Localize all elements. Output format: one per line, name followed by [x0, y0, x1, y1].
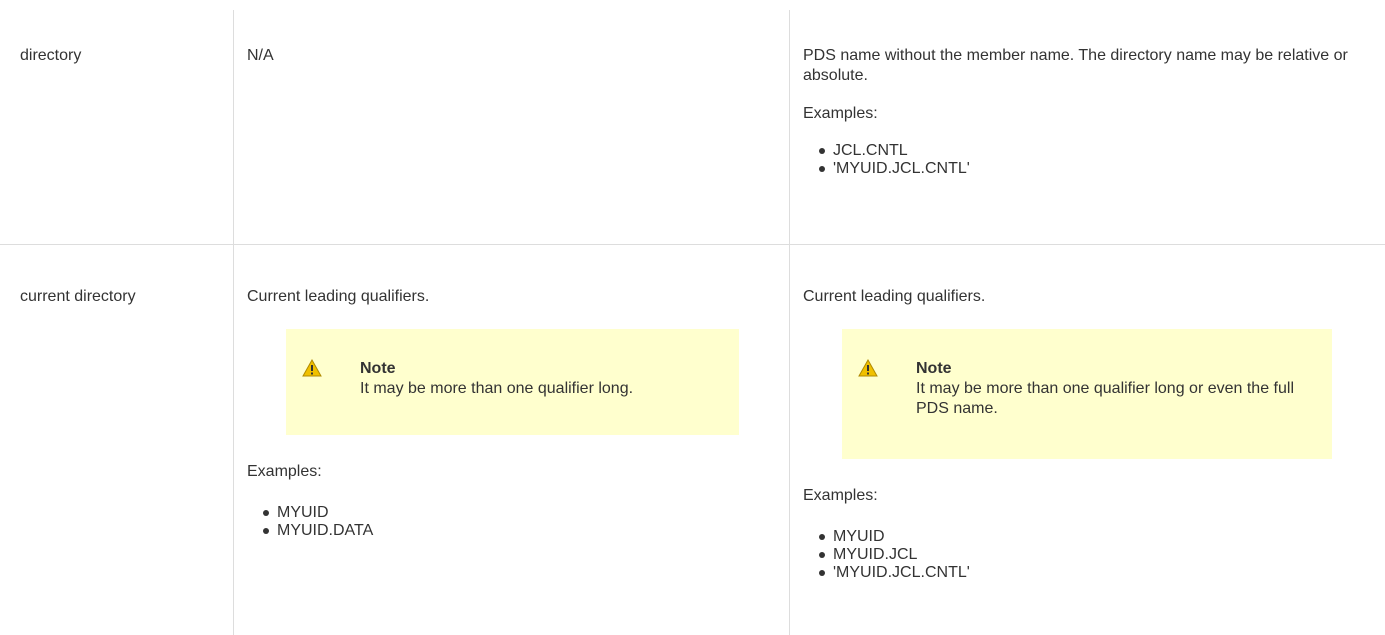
- parameter-name: directory: [20, 47, 82, 64]
- examples-label: Examples:: [803, 487, 878, 504]
- default-value: N/A: [247, 47, 274, 64]
- list-item: MYUID: [819, 528, 970, 546]
- note-panel: Note It may be more than one qualifier l…: [286, 329, 739, 435]
- list-item: 'MYUID.JCL.CNTL': [819, 564, 970, 581]
- note-title: Note: [360, 360, 396, 377]
- row2-default-examples: Examples: MYUID MYUID.DATA: [247, 462, 373, 540]
- parameter-name: current directory: [20, 288, 136, 305]
- row2-description-examples: Examples: MYUID MYUID.JCL 'MYUID.JCL.CNT…: [803, 486, 970, 582]
- note-body: It may be more than one qualifier long.: [360, 380, 634, 397]
- warning-icon: [858, 359, 878, 377]
- list-item: MYUID.DATA: [262, 522, 374, 539]
- row-divider: [0, 244, 1385, 245]
- list-item: MYUID.JCL: [819, 546, 970, 564]
- warning-icon: [302, 359, 322, 377]
- default-text: Current leading qualifiers.: [247, 288, 430, 305]
- row1-default-cell: N/A: [247, 46, 274, 66]
- list-item: 'MYUID.JCL.CNTL': [819, 160, 1363, 178]
- row2-default-cell: Current leading qualifiers.: [247, 287, 767, 322]
- description-text: PDS name without the member name. The di…: [803, 47, 1348, 84]
- note-title: Note: [916, 360, 952, 377]
- column-divider-2: [789, 10, 790, 635]
- examples-list: MYUID MYUID.DATA: [247, 504, 373, 540]
- row2-name-cell: current directory: [20, 287, 136, 307]
- note-body: It may be more than one qualifier long o…: [916, 380, 1294, 417]
- examples-label: Examples:: [803, 105, 878, 122]
- list-item: MYUID: [262, 504, 373, 522]
- column-divider-1: [233, 10, 234, 635]
- note-panel: Note It may be more than one qualifier l…: [842, 329, 1332, 459]
- row1-name-cell: directory: [20, 46, 81, 66]
- list-item: JCL.CNTL: [819, 142, 1363, 160]
- examples-list: JCL.CNTL 'MYUID.JCL.CNTL': [803, 142, 1363, 178]
- row2-description-cell: Current leading qualifiers.: [803, 287, 1363, 322]
- examples-label: Examples:: [247, 463, 322, 480]
- row1-description-cell: PDS name without the member name. The di…: [803, 46, 1363, 178]
- description-text: Current leading qualifiers.: [803, 288, 986, 305]
- examples-list: MYUID MYUID.JCL 'MYUID.JCL.CNTL': [803, 528, 970, 582]
